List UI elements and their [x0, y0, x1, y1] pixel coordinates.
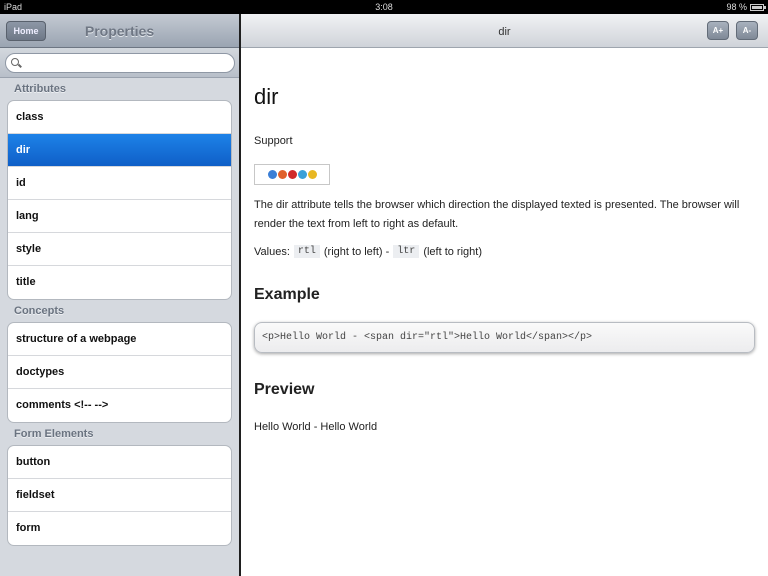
values-prefix: Values:: [254, 245, 290, 258]
detail-nav-title: dir: [498, 26, 511, 38]
battery-percent: 98 %: [726, 2, 747, 12]
list-item-structure[interactable]: structure of a webpage: [8, 323, 231, 356]
list-item-class[interactable]: class: [8, 101, 231, 134]
preview-title: Preview: [254, 381, 315, 398]
sidebar-nav-bar: Home Properties: [0, 14, 239, 48]
detail-nav-bar: dir A+ A-: [241, 14, 768, 48]
list-item-id[interactable]: id: [8, 167, 231, 200]
font-decrease-button[interactable]: A-: [736, 21, 758, 40]
section-header-concepts: Concepts: [14, 305, 65, 317]
ltr-code: ltr: [393, 245, 420, 258]
article: dir Support The dir attribute tells the …: [241, 84, 768, 433]
opera-icon: [287, 170, 297, 179]
firefox-icon: [277, 170, 287, 179]
form-elements-list: button fieldset form: [7, 445, 232, 546]
attributes-list: class dir id lang style title: [7, 100, 232, 300]
chrome-icon: [307, 170, 317, 179]
list-item-lang[interactable]: lang: [8, 200, 231, 233]
preview-output: Hello World - Hello World: [254, 421, 378, 433]
search-input[interactable]: [5, 53, 235, 73]
list-item-style[interactable]: style: [8, 233, 231, 266]
ltr-description: (left to right): [423, 245, 482, 258]
values-line: Values: rtl (right to left) - ltr (left …: [254, 245, 755, 258]
example-code-block: <p>Hello World - <span dir="rtl">Hello W…: [254, 322, 755, 353]
search-bar: [0, 48, 239, 78]
list-item-title[interactable]: title: [8, 266, 231, 299]
ie-icon: [267, 170, 277, 179]
list-item-form[interactable]: form: [8, 512, 231, 545]
example-title: Example: [254, 286, 320, 303]
section-header-attributes: Attributes: [14, 83, 66, 95]
status-bar: iPad 3:08 98 %: [0, 0, 768, 14]
font-increase-button[interactable]: A+: [707, 21, 729, 40]
rtl-code: rtl: [293, 245, 320, 258]
status-time: 3:08: [375, 2, 393, 12]
list-item-fieldset[interactable]: fieldset: [8, 479, 231, 512]
list-item-comments[interactable]: comments <!-- -->: [8, 389, 231, 422]
search-icon: [11, 58, 19, 66]
rtl-description: (right to left) -: [323, 245, 390, 258]
list-item-dir[interactable]: dir: [8, 134, 231, 167]
description-text: The dir attribute tells the browser whic…: [254, 199, 740, 230]
sidebar: Home Properties Attributes class dir id …: [0, 14, 239, 576]
concepts-list: structure of a webpage doctypes comments…: [7, 322, 232, 423]
detail-pane: dir A+ A- dir Support The dir attribute …: [241, 14, 768, 576]
support-label: Support: [254, 135, 293, 147]
safari-icon: [297, 170, 307, 179]
list-item-doctypes[interactable]: doctypes: [8, 356, 231, 389]
sidebar-title: Properties: [84, 23, 155, 39]
battery-indicator: 98 %: [726, 2, 766, 12]
list-item-button[interactable]: button: [8, 446, 231, 479]
section-header-form-elements: Form Elements: [14, 428, 94, 440]
browser-support-icons: [254, 164, 330, 185]
page-title: dir: [254, 84, 279, 109]
battery-icon: [750, 3, 766, 11]
